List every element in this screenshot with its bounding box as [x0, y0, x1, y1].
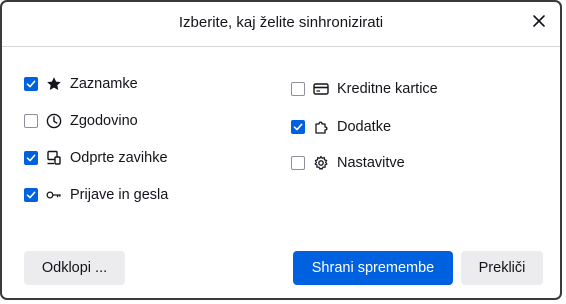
clock-icon	[46, 113, 62, 129]
star-icon	[46, 76, 62, 92]
logins-label: Prijave in gesla	[70, 187, 169, 203]
history-checkbox[interactable]	[24, 114, 38, 128]
puzzle-piece-icon	[313, 119, 329, 135]
option-addons[interactable]: Dodatke	[291, 116, 391, 138]
history-label: Zgodovino	[70, 113, 138, 129]
addons-checkbox[interactable]	[291, 120, 305, 134]
open-tabs-checkbox[interactable]	[24, 151, 38, 165]
gear-icon	[313, 155, 329, 171]
option-bookmarks[interactable]: Zaznamke	[24, 73, 138, 95]
option-credit-cards[interactable]: Kreditne kartice	[291, 78, 438, 100]
dialog-title: Izberite, kaj želite sinhronizirati	[178, 14, 384, 31]
addons-label: Dodatke	[337, 119, 392, 135]
disconnect-button[interactable]: Odklopi ...	[24, 251, 125, 285]
option-settings[interactable]: Nastavitve	[291, 152, 405, 174]
header-divider	[2, 46, 560, 47]
dialog-header: Izberite, kaj želite sinhronizirati	[2, 2, 560, 46]
logins-checkbox[interactable]	[24, 188, 38, 202]
close-icon	[532, 14, 546, 33]
credit-card-icon	[313, 81, 329, 97]
credit-cards-checkbox[interactable]	[291, 82, 305, 96]
sync-dialog: Izberite, kaj želite sinhronizirati Zazn…	[0, 0, 562, 300]
save-changes-button[interactable]: Shrani spremembe	[293, 251, 453, 285]
credit-cards-label: Kreditne kartice	[337, 81, 438, 97]
synced-tabs-icon	[46, 150, 62, 166]
open-tabs-label: Odprte zavihke	[70, 150, 168, 166]
option-history[interactable]: Zgodovino	[24, 110, 138, 132]
bookmarks-label: Zaznamke	[70, 76, 138, 92]
bookmarks-checkbox[interactable]	[24, 77, 38, 91]
cancel-button[interactable]: Prekliči	[461, 251, 543, 285]
option-logins[interactable]: Prijave in gesla	[24, 184, 168, 206]
settings-label: Nastavitve	[337, 155, 405, 171]
close-button[interactable]	[528, 12, 550, 34]
option-open-tabs[interactable]: Odprte zavihke	[24, 147, 168, 169]
settings-checkbox[interactable]	[291, 156, 305, 170]
key-icon	[46, 187, 62, 203]
